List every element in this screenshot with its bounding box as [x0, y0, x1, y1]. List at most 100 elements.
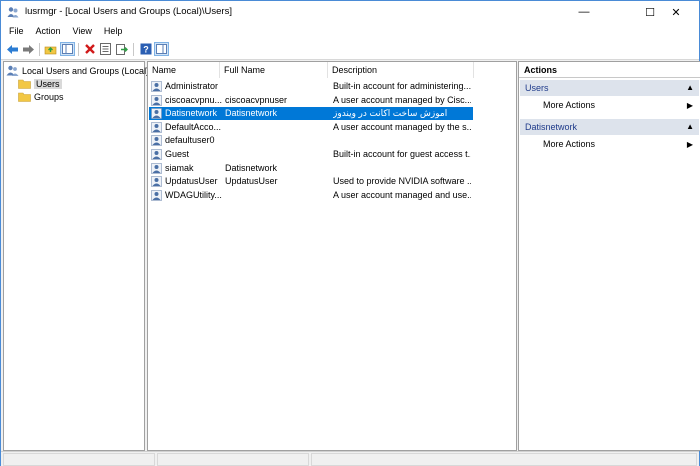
status-segment: [157, 453, 309, 466]
menu-file[interactable]: File: [1, 23, 30, 40]
table-row[interactable]: WDAGUtility... A user account managed and…: [149, 189, 473, 202]
user-icon: [151, 121, 162, 133]
actions-pane: Actions Users ▲ More Actions ▶ Datisnetw…: [518, 61, 700, 451]
cell-full-name: [225, 189, 329, 202]
status-segment: [311, 453, 697, 466]
column-header-description[interactable]: Description: [328, 62, 474, 78]
menu-action[interactable]: Action: [30, 23, 67, 40]
help-icon[interactable]: ?: [138, 42, 153, 56]
cell-name: ciscoacvpnu...: [165, 94, 222, 105]
table-row[interactable]: defaultuser0: [149, 134, 473, 147]
folder-icon: [18, 79, 31, 89]
app-window: lusrmgr - [Local Users and Groups (Local…: [0, 0, 700, 466]
window-title: lusrmgr - [Local Users and Groups (Local…: [25, 6, 232, 17]
show-hide-action-pane-icon[interactable]: [154, 42, 169, 56]
cell-name: defaultuser0: [165, 135, 215, 146]
close-button[interactable]: ✕: [653, 1, 699, 23]
properties-icon[interactable]: [98, 42, 113, 56]
tree-root[interactable]: Local Users and Groups (Local): [6, 64, 149, 77]
toolbar-separator: [133, 43, 134, 56]
menu-view[interactable]: View: [67, 23, 98, 40]
collapse-icon[interactable]: ▲: [686, 119, 694, 135]
tree-root-label: Local Users and Groups (Local): [22, 65, 150, 76]
more-actions-label: More Actions: [543, 139, 596, 149]
cell-description: A user account managed and use...: [333, 189, 471, 200]
back-arrow-icon[interactable]: [5, 42, 20, 56]
cell-name: Guest: [165, 149, 190, 159]
user-icon: [151, 81, 162, 92]
table-row[interactable]: Datisnetwork Datisnetwork اموزش ساخت اکانت…: [149, 107, 473, 121]
cell-description: [333, 134, 471, 147]
table-row[interactable]: Guest Built-in account for guest access t…: [149, 148, 473, 161]
user-icon: [151, 135, 162, 147]
toolbar-separator: [39, 43, 40, 56]
cell-description: A user account managed by the s...: [333, 121, 471, 132]
cell-description: Used to provide NVIDIA software ...: [333, 176, 471, 187]
more-actions-datisnetwork[interactable]: More Actions ▶: [520, 137, 699, 152]
delete-icon[interactable]: [82, 42, 97, 56]
cell-name: Datisnetwork: [165, 108, 218, 119]
cell-full-name: Datisnetwork: [225, 108, 278, 119]
users-groups-icon: [6, 65, 19, 76]
status-bar: [1, 451, 699, 466]
actions-section-datisnetwork[interactable]: Datisnetwork ▲: [520, 119, 699, 135]
cell-name: UpdatusUser: [165, 176, 218, 187]
cell-full-name: ciscoacvpnuser: [225, 94, 288, 105]
status-segment: [3, 453, 155, 466]
tree-item-users[interactable]: Users: [18, 77, 62, 90]
section-title: Users: [525, 83, 549, 93]
show-hide-tree-icon[interactable]: [60, 42, 75, 56]
table-row[interactable]: DefaultAcco... A user account managed by …: [149, 121, 473, 134]
minimize-button[interactable]: —: [561, 1, 607, 23]
submenu-arrow-icon: ▶: [686, 140, 693, 149]
section-title: Datisnetwork: [525, 122, 578, 132]
table-row[interactable]: UpdatusUser UpdatusUser Used to provide NV…: [149, 175, 473, 188]
cell-description: A user account managed by Cisc...: [333, 94, 471, 105]
more-actions-label: More Actions: [543, 100, 596, 110]
cell-full-name: [225, 80, 329, 93]
cell-name: Administrator: [165, 81, 219, 91]
actions-header: Actions: [519, 62, 700, 78]
toolbar: ?: [1, 40, 699, 60]
console-tree-pane: Local Users and Groups (Local) Users Gro…: [3, 61, 149, 451]
title-bar: lusrmgr - [Local Users and Groups (Local…: [1, 1, 699, 23]
cell-description: Built-in account for administering...: [333, 81, 471, 91]
cell-description: Built-in account for guest access t...: [333, 149, 471, 159]
cell-full-name: [225, 148, 329, 161]
toolbar-separator: [78, 43, 79, 56]
cell-name: DefaultAcco...: [165, 121, 222, 132]
table-row[interactable]: ciscoacvpnu... ciscoacvpnuser A user accou…: [149, 94, 473, 107]
cell-description: [333, 162, 471, 175]
more-actions-users[interactable]: More Actions ▶: [520, 98, 699, 113]
user-icon: [151, 176, 162, 187]
cell-description: اموزش ساخت اکانت در ویندوز: [333, 108, 448, 119]
table-row[interactable]: Administrator Built-in account for admini…: [149, 80, 473, 93]
table-row[interactable]: siamak Datisnetwork: [149, 162, 473, 175]
tree-item-groups[interactable]: Groups: [18, 90, 64, 103]
menu-bar: File Action View Help: [1, 23, 699, 40]
user-icon: [151, 108, 162, 119]
cell-name: WDAGUtility...: [165, 189, 222, 200]
submenu-arrow-icon: ▶: [686, 101, 693, 110]
forward-arrow-icon[interactable]: [21, 42, 36, 56]
folder-icon: [18, 92, 31, 102]
cell-full-name: Datisnetwork: [225, 162, 278, 173]
tree-item-label: Users: [34, 78, 62, 89]
cell-full-name: [225, 121, 329, 134]
column-header-full-name[interactable]: Full Name: [220, 62, 328, 78]
actions-section-users[interactable]: Users ▲: [520, 80, 699, 96]
tree-item-label: Groups: [34, 91, 64, 102]
svg-text:?: ?: [143, 45, 149, 55]
menu-help[interactable]: Help: [98, 23, 129, 40]
user-icon: [151, 149, 162, 160]
collapse-icon[interactable]: ▲: [686, 80, 694, 96]
cell-full-name: [225, 134, 329, 147]
user-icon: [151, 94, 162, 106]
user-icon: [151, 189, 162, 201]
up-folder-icon[interactable]: [43, 42, 58, 56]
column-header-name[interactable]: Name: [148, 62, 220, 78]
cell-name: siamak: [165, 162, 194, 173]
users-list-view: Name Full Name Description Administrator…: [147, 61, 517, 451]
users-app-icon: [7, 7, 19, 18]
export-list-icon[interactable]: [114, 42, 129, 56]
